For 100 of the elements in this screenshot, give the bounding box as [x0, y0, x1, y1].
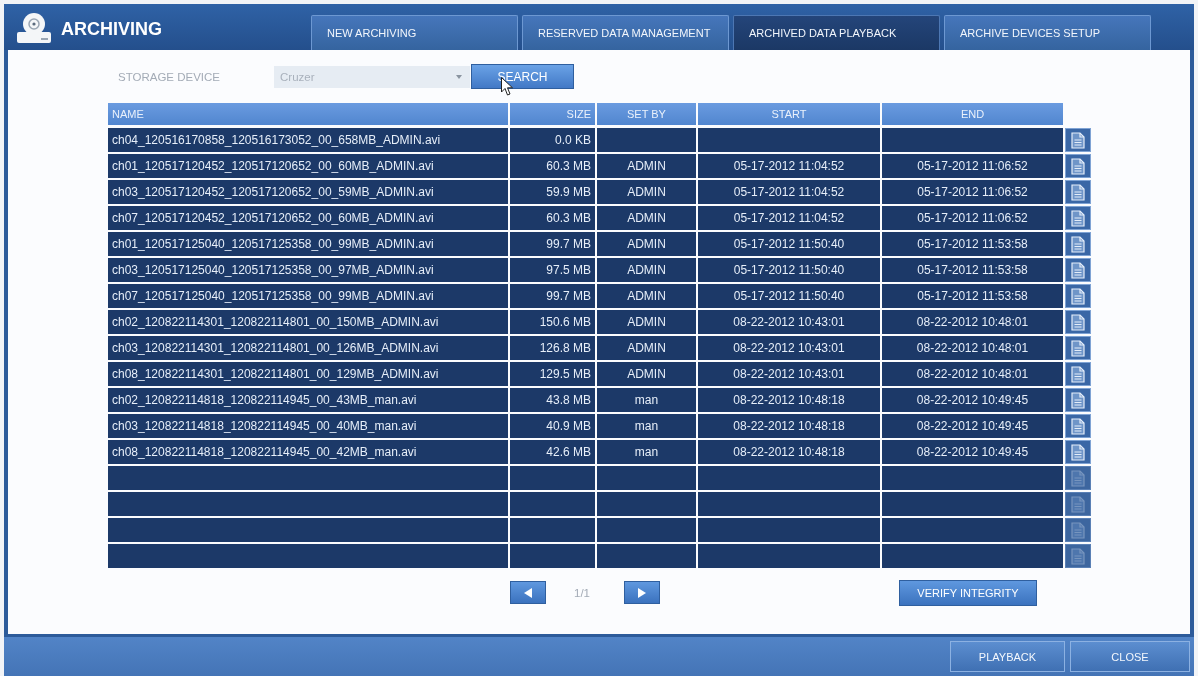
- table-cell: 05-17-2012 11:50:40: [698, 284, 880, 308]
- window-title: ARCHIVING: [61, 19, 163, 40]
- table-cell: 05-17-2012 11:53:58: [882, 258, 1063, 282]
- document-icon: [1071, 261, 1085, 279]
- table-cell: ch02_120822114818_120822114945_00_43MB_man.avi: [108, 388, 508, 412]
- table-cell: ch03_120822114301_120822114801_00_126MB_ADMIN.avi: [108, 336, 508, 360]
- table-cell: 05-17-2012 11:06:52: [882, 154, 1063, 178]
- details-button[interactable]: [1065, 128, 1091, 152]
- footer-button[interactable]: CLOSE: [1070, 641, 1190, 672]
- table-cell: ADMIN: [597, 206, 696, 230]
- table-cell: ADMIN: [597, 232, 696, 256]
- table-cell: 08-22-2012 10:49:45: [882, 388, 1063, 412]
- table-cell: man: [597, 388, 696, 412]
- document-icon: [1071, 183, 1085, 201]
- table-cell: ch01_120517125040_120517125358_00_99MB_ADMIN.avi: [108, 232, 508, 256]
- document-icon: [1071, 287, 1085, 305]
- page-indicator: 1/1: [574, 586, 590, 599]
- next-page-button[interactable]: [624, 581, 660, 604]
- details-button[interactable]: [1065, 232, 1091, 256]
- table-cell: 08-22-2012 10:48:18: [698, 414, 880, 438]
- document-icon: [1071, 417, 1085, 435]
- table-cell: 08-22-2012 10:49:45: [882, 414, 1063, 438]
- table-cell: 08-22-2012 10:48:01: [882, 310, 1063, 334]
- previous-page-button[interactable]: [510, 581, 546, 604]
- document-icon: [1071, 365, 1085, 383]
- document-icon: [1071, 521, 1085, 539]
- table-cell: ch07_120517125040_120517125358_00_99MB_ADMIN.avi: [108, 284, 508, 308]
- tab[interactable]: ARCHIVE DEVICES SETUP: [944, 15, 1151, 50]
- verify-integrity-button[interactable]: VERIFY INTEGRITY: [899, 579, 1037, 606]
- column-header: NAME: [108, 103, 508, 125]
- tab[interactable]: ARCHIVED DATA PLAYBACK: [733, 15, 940, 50]
- table-cell: 126.8 MB: [510, 336, 595, 360]
- table-cell: ADMIN: [597, 310, 696, 334]
- table-cell: ADMIN: [597, 154, 696, 178]
- table-cell: 05-17-2012 11:06:52: [882, 206, 1063, 230]
- table-cell: ch02_120822114301_120822114801_00_150MB_ADMIN.avi: [108, 310, 508, 334]
- table-cell: 60.3 MB: [510, 206, 595, 230]
- table-cell: 129.5 MB: [510, 362, 595, 386]
- table-cell: 08-22-2012 10:48:18: [698, 388, 880, 412]
- table-cell: 05-17-2012 11:04:52: [698, 180, 880, 204]
- footer-button[interactable]: PLAYBACK: [950, 641, 1065, 672]
- details-button[interactable]: [1065, 336, 1091, 360]
- table-cell: 05-17-2012 11:06:52: [882, 180, 1063, 204]
- table-cell: 150.6 MB: [510, 310, 595, 334]
- document-icon: [1071, 157, 1085, 175]
- table-cell: ADMIN: [597, 284, 696, 308]
- table-cell: ch08_120822114818_120822114945_00_42MB_man.avi: [108, 440, 508, 464]
- table-cell: ch03_120517120452_120517120652_00_59MB_ADMIN.avi: [108, 180, 508, 204]
- details-button[interactable]: [1065, 310, 1091, 334]
- document-icon: [1071, 209, 1085, 227]
- tab[interactable]: NEW ARCHIVING: [311, 15, 518, 50]
- table-cell: ch01_120517120452_120517120652_00_60MB_ADMIN.avi: [108, 154, 508, 178]
- triangle-left-icon: [524, 587, 532, 598]
- details-button[interactable]: [1065, 180, 1091, 204]
- table-cell: 08-22-2012 10:43:01: [698, 310, 880, 334]
- table-cell: 60.3 MB: [510, 154, 595, 178]
- table-cell: ADMIN: [597, 180, 696, 204]
- caret-icon: [456, 74, 462, 79]
- table-cell: 05-17-2012 11:53:58: [882, 284, 1063, 308]
- table-cell: 99.7 MB: [510, 284, 595, 308]
- table-cell: man: [597, 440, 696, 464]
- column-header: START: [698, 103, 880, 125]
- table-cell: ch03_120517125040_120517125358_00_97MB_ADMIN.avi: [108, 258, 508, 282]
- table-cell: 05-17-2012 11:50:40: [698, 232, 880, 256]
- triangle-right-icon: [638, 587, 646, 598]
- table-cell: ch04_120516170858_120516173052_00_658MB_ADMIN.avi: [108, 128, 508, 152]
- column-header: SIZE: [510, 103, 595, 125]
- document-icon: [1071, 131, 1085, 149]
- table-cell: 97.5 MB: [510, 258, 595, 282]
- details-button[interactable]: [1065, 258, 1091, 282]
- tab[interactable]: RESERVED DATA MANAGEMENT: [522, 15, 729, 50]
- table-cell: 43.8 MB: [510, 388, 595, 412]
- document-icon: [1071, 235, 1085, 253]
- table-cell: 05-17-2012 11:04:52: [698, 206, 880, 230]
- table-cell: ADMIN: [597, 336, 696, 360]
- details-button[interactable]: [1065, 362, 1091, 386]
- details-button[interactable]: [1065, 284, 1091, 308]
- table-cell: ch07_120517120452_120517120652_00_60MB_ADMIN.avi: [108, 206, 508, 230]
- details-button[interactable]: [1065, 154, 1091, 178]
- field-label: STORAGE DEVICE: [118, 70, 222, 83]
- document-icon: [1071, 391, 1085, 409]
- table-cell: man: [597, 414, 696, 438]
- document-icon: [1071, 495, 1085, 513]
- table-cell: ADMIN: [597, 362, 696, 386]
- document-icon: [1071, 313, 1085, 331]
- table-cell: 0.0 KB: [510, 128, 595, 152]
- details-button[interactable]: [1065, 440, 1091, 464]
- details-button[interactable]: [1065, 206, 1091, 230]
- details-button[interactable]: [1065, 414, 1091, 438]
- disc-icon: [17, 13, 51, 43]
- details-button[interactable]: [1065, 388, 1091, 412]
- search-button[interactable]: SEARCH: [471, 64, 574, 89]
- column-header: SET BY: [597, 103, 696, 125]
- document-icon: [1071, 443, 1085, 461]
- table-cell: 05-17-2012 11:50:40: [698, 258, 880, 282]
- table-cell: 08-22-2012 10:48:18: [698, 440, 880, 464]
- table-cell: ch03_120822114818_120822114945_00_40MB_man.avi: [108, 414, 508, 438]
- table-cell: 59.9 MB: [510, 180, 595, 204]
- table-cell: 05-17-2012 11:04:52: [698, 154, 880, 178]
- table-cell: 08-22-2012 10:48:01: [882, 362, 1063, 386]
